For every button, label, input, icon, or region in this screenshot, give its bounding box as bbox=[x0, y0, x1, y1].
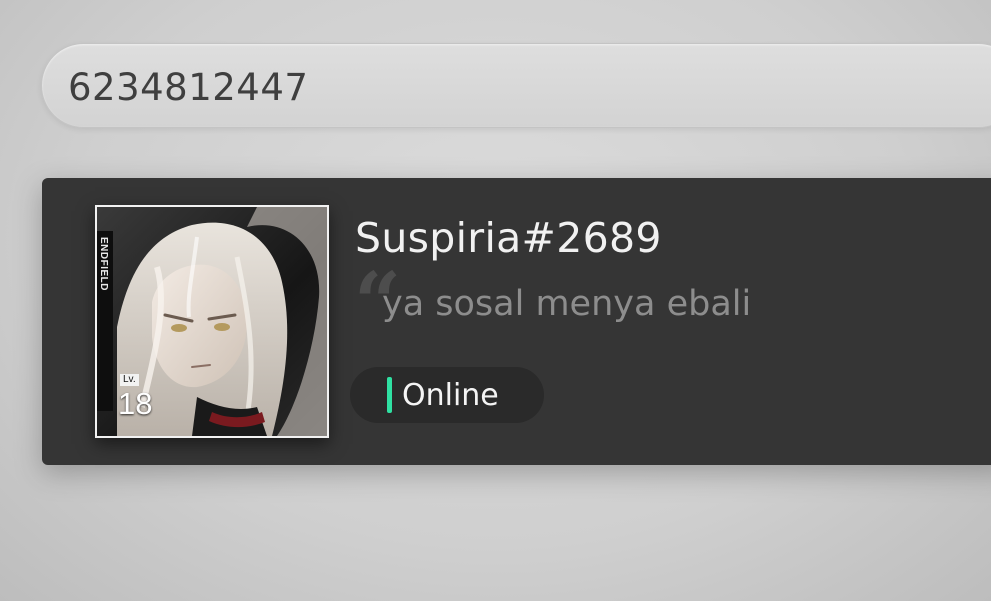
avatar[interactable]: ENDFIELD Lv. 18 bbox=[95, 205, 329, 438]
status-badge: Online bbox=[350, 367, 544, 423]
signature-text: ya sosal menya ebali bbox=[382, 284, 752, 324]
friend-card[interactable]: ENDFIELD Lv. 18 Suspiria#2689 “ ya sosal… bbox=[42, 178, 991, 465]
status-indicator-icon bbox=[387, 377, 392, 413]
level-badge: Lv. 18 bbox=[116, 374, 160, 426]
brand-label: ENDFIELD bbox=[98, 237, 109, 291]
username: Suspiria#2689 bbox=[355, 214, 662, 262]
status-label: Online bbox=[402, 378, 499, 413]
level-value: 18 bbox=[118, 386, 153, 421]
search-input[interactable] bbox=[68, 66, 868, 109]
level-label: Lv. bbox=[120, 374, 139, 386]
search-bar[interactable] bbox=[41, 43, 991, 128]
